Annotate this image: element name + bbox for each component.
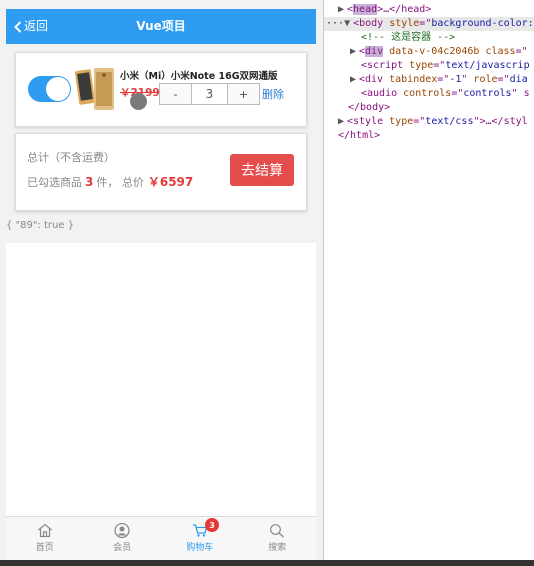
selection-summary: 已勾选商品 3 件， 总价 ￥6597	[27, 173, 193, 190]
expand-arrow-icon: ▶	[338, 116, 345, 127]
top-header: 返回 Vue项目	[6, 9, 316, 44]
dom-comment[interactable]: <!-- 这是容器 -->	[324, 31, 534, 45]
toggle-knob	[46, 77, 70, 101]
selected-prefix: 已勾选商品	[27, 176, 82, 189]
tab-label: 搜索	[268, 543, 287, 553]
tab-label: 会员	[113, 543, 132, 553]
cart-badge: 3	[205, 518, 219, 532]
product-thumbnail	[74, 68, 114, 110]
product-name[interactable]: 小米（Mi）小米Note 16G双网通版	[120, 68, 278, 82]
quantity-stepper: - 3 +	[159, 83, 260, 105]
expand-arrow-icon: ▶	[350, 46, 357, 57]
content-area	[6, 243, 316, 516]
decrease-button[interactable]: -	[160, 84, 192, 104]
delete-link[interactable]: 删除	[262, 86, 284, 102]
mobile-viewport: 返回 Vue项目 小米（Mi）小米Note 16G双网通版 ￥2199 - 3 …	[6, 9, 316, 562]
total-prefix: 总价	[121, 176, 144, 189]
tab-member[interactable]: 会员	[84, 517, 162, 562]
page-title: Vue项目	[136, 19, 186, 33]
tab-label: 购物车	[186, 543, 214, 553]
total-amount: ￥6597	[147, 175, 194, 189]
app-frame: 返回 Vue项目 小米（Mi）小米Note 16G双网通版 ￥2199 - 3 …	[0, 0, 323, 566]
selected-unit: 件，	[96, 176, 119, 189]
dom-node-div-app[interactable]: ▶ <div data-v-04c2046b class="	[324, 45, 534, 59]
total-label: 总计（不含运费）	[27, 151, 115, 164]
dom-node-style[interactable]: ▶ <style type="text/css">…</styl	[324, 115, 534, 129]
home-icon	[37, 523, 52, 538]
order-summary-card: 总计（不含运费） 已勾选商品 3 件， 总价 ￥6597 去结算	[15, 133, 307, 211]
debug-output: { "89": true }	[6, 220, 75, 231]
tab-search[interactable]: 搜索	[239, 517, 317, 562]
devtools-elements-panel: ▶ <head>…</head> ···▼ <body style="backgro…	[324, 0, 534, 560]
checkout-button[interactable]: 去结算	[230, 154, 294, 186]
expand-arrow-icon: ▶	[350, 74, 357, 85]
window-bottom-edge	[0, 560, 534, 566]
dom-node-body-close[interactable]: </body>	[324, 101, 534, 115]
select-toggle[interactable]	[28, 76, 71, 102]
dom-node-html-close[interactable]: </html>	[324, 129, 534, 143]
dom-node-script[interactable]: <script type="text/javascrip	[324, 59, 534, 73]
ellipsis-icon: ···	[326, 18, 345, 29]
bottom-tab-bar: 首页 会员 购物车 3 搜索	[6, 516, 316, 562]
selected-count: 3	[85, 175, 94, 189]
quantity-input[interactable]: 3	[192, 84, 227, 104]
search-icon	[270, 524, 285, 538]
cursor-indicator	[130, 93, 147, 110]
dom-node-head[interactable]: ▶ <head>…</head>	[324, 3, 534, 17]
dom-node-audio[interactable]: <audio controls="controls" s	[324, 87, 534, 101]
tab-label: 首页	[35, 543, 54, 553]
cart-item-card: 小米（Mi）小米Note 16G双网通版 ￥2199 - 3 + 删除	[15, 52, 307, 127]
expand-arrow-icon: ▶	[338, 4, 345, 15]
dom-node-body[interactable]: ···▼ <body style="background-color:	[324, 17, 534, 32]
tab-home[interactable]: 首页	[6, 517, 84, 562]
dom-node-dialog[interactable]: ▶ <div tabindex="-1" role="dia	[324, 73, 534, 87]
increase-button[interactable]: +	[227, 84, 259, 104]
member-icon	[114, 523, 130, 538]
collapse-arrow-icon: ▼	[344, 18, 351, 29]
tab-cart[interactable]: 购物车 3	[161, 517, 239, 562]
